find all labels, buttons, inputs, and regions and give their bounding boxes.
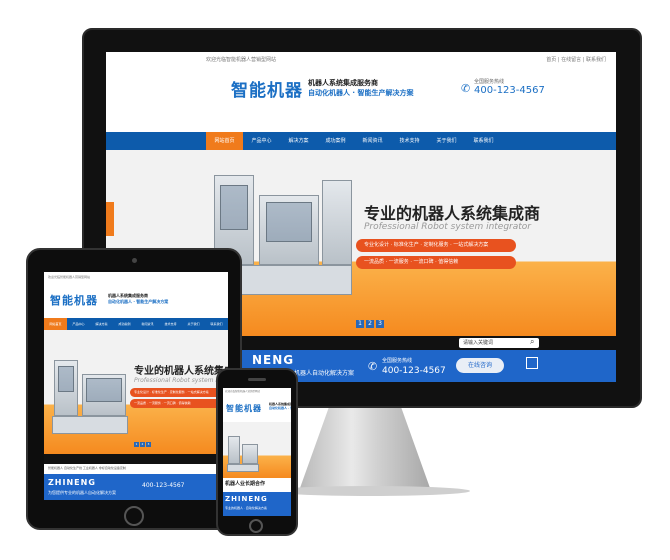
search-input[interactable]: 请输入关键词 — [459, 338, 539, 348]
hero-pill-1: 专业化设计 · 标准化生产 · 定制化服务 · 一站式解决方案 — [356, 239, 516, 252]
site-header: 智能机器 机器人系统集成服务商 自动化机器人 · 智能生产解决方案 — [44, 282, 228, 316]
brand-name: ZHINENG — [225, 495, 268, 503]
hero-headline: 专业的机器人系统集成商 — [134, 366, 228, 377]
site-header: 智能机器 机器人系统集成服务商 自动化机器人 · 智能生产解决方案 全国服务热线… — [106, 68, 616, 124]
contact-bar: ZHINENG 为您提供专业的机器人自动化解决方案 400-123-4567 — [44, 474, 228, 500]
tablet-home-button[interactable] — [124, 506, 144, 526]
top-bar: 欢迎光临智能机器人营销型网站 — [223, 388, 291, 396]
site-header: 智能机器 机器人系统集成服务商 自动化机器人 · 智能生产解决方案 — [223, 396, 291, 420]
slogan-line2: 自动化机器人 · 智能生产解决方案 — [308, 89, 414, 97]
slider-dot[interactable]: 3 — [146, 442, 151, 447]
welcome-text: 欢迎光临智能机器人营销型网站 — [206, 57, 277, 63]
logo[interactable]: 智能机器 — [231, 76, 303, 101]
phone-speaker — [248, 378, 266, 381]
nav-item[interactable]: 关于我们 — [428, 132, 465, 150]
search-icon[interactable]: ⌕ — [530, 337, 534, 347]
nav-item[interactable]: 新闻资讯 — [136, 318, 159, 330]
top-bar: 欢迎光临智能机器人营销型网站 首页 | 在线留言 | 联系我们 — [106, 52, 616, 68]
phone-icon: ✆ — [368, 360, 378, 373]
search-bar — [44, 454, 228, 464]
hotline: 全国服务热线 400-123-4567 — [474, 78, 545, 96]
bottom-headline: 机器人业长期合作 — [225, 481, 266, 487]
tel-label: 全国服务热线 — [382, 358, 413, 364]
slogan-line2: 自动化机器人 · 智能生产解决方案 — [108, 299, 169, 304]
slider-dot[interactable]: 3 — [376, 320, 384, 328]
nav-item[interactable]: 新闻资讯 — [354, 132, 391, 150]
contact-bar: ZHINENG 专业的机器人 · 自动化解决方案 — [223, 492, 291, 516]
main-nav: 网站首页 产品中心 解决方案 成功案例 新闻资讯 技术支持 关于我们 联系我们 — [44, 318, 228, 330]
nav-item[interactable]: 解决方案 — [90, 318, 113, 330]
phone-screen: 欢迎光临智能机器人营销型网站 智能机器 机器人系统集成服务商 自动化机器人 · … — [223, 388, 291, 516]
phone-home-button[interactable] — [249, 519, 263, 533]
tablet-camera — [132, 258, 137, 263]
slider-dot[interactable]: 2 — [140, 442, 145, 447]
phone-device: 欢迎光临智能机器人营销型网站 智能机器 机器人系统集成服务商 自动化机器人 · … — [216, 368, 298, 536]
nav-item[interactable]: 网站首页 — [206, 132, 243, 150]
nav-item[interactable]: 成功案例 — [317, 132, 354, 150]
nav-item[interactable]: 成功案例 — [113, 318, 136, 330]
contact-tel: 全国服务热线 400-123-4567 — [382, 356, 446, 376]
phone-icon: ✆ — [461, 82, 471, 95]
nav-item[interactable]: 产品中心 — [243, 132, 280, 150]
tel-number: 400-123-4567 — [142, 482, 185, 489]
hotline-number: 400-123-4567 — [474, 85, 545, 96]
brand-name: ZHINENG — [48, 478, 96, 487]
top-bar: 欢迎光临智能机器人营销型网站 — [44, 272, 228, 282]
welcome-text: 欢迎光临智能机器人营销型网站 — [48, 275, 91, 279]
nav-item[interactable]: 技术支持 — [159, 318, 182, 330]
slider-dot[interactable]: 2 — [366, 320, 374, 328]
hero-banner: 专业的机器人系统集成商 Professional Robot system in… — [44, 330, 228, 454]
slogan-line1: 机器人系统集成服务商 — [108, 293, 148, 298]
nav-item[interactable]: 关于我们 — [182, 318, 205, 330]
monitor-base — [270, 486, 470, 496]
monitor-stand — [300, 408, 430, 488]
main-nav: 网站首页 产品中心 解决方案 成功案例 新闻资讯 技术支持 关于我们 联系我们 — [106, 132, 616, 150]
slider-dots: 123 — [134, 442, 151, 447]
slogan: 机器人系统集成服务商 自动化机器人 · 智能生产解决方案 — [108, 293, 168, 305]
logo[interactable]: 智能机器 — [226, 403, 262, 414]
brand-name: NENG — [252, 353, 295, 367]
side-tab[interactable] — [106, 202, 114, 236]
tablet-device: 欢迎光临智能机器人营销型网站 智能机器 机器人系统集成服务商 自动化机器人 · … — [26, 248, 242, 530]
brand-subtitle: 专业的机器人 · 自动化解决方案 — [225, 506, 267, 510]
nav-item[interactable]: 联系我们 — [465, 132, 502, 150]
tablet-screen: 欢迎光临智能机器人营销型网站 智能机器 机器人系统集成服务商 自动化机器人 · … — [44, 272, 228, 500]
tel-number: 400-123-4567 — [382, 366, 446, 376]
brand-subtitle: 为您提供专业的机器人自动化解决方案 — [48, 490, 116, 495]
robot-machine-image — [50, 356, 130, 436]
hero-subline: Professional Robot system integrator — [134, 377, 228, 384]
nav-item[interactable]: 网站首页 — [44, 318, 67, 330]
consult-button[interactable]: 在线咨询 — [456, 358, 504, 373]
slogan: 机器人系统集成服务商 自动化机器人 · 智能生产解决方案 — [269, 402, 291, 410]
nav-item[interactable]: 技术支持 — [391, 132, 428, 150]
hero-subline: Professional Robot system integrator — [364, 222, 532, 232]
hero-pill-2: 一流品质 · 一流服务 · 一流口碑 · 值得信赖 — [356, 256, 516, 269]
hero-pill-1: 专业化设计 · 标准化生产 · 定制化服务 · 一站式解决方案 — [130, 388, 224, 397]
slider-dot[interactable]: 1 — [356, 320, 364, 328]
qrcode-icon — [526, 357, 538, 369]
top-links[interactable]: 首页 | 在线留言 | 联系我们 — [546, 52, 606, 68]
slider-dot[interactable]: 1 — [134, 442, 139, 447]
hero-pill-2: 一流品质 · 一流服务 · 一流口碑 · 值得信赖 — [130, 399, 224, 408]
slogan-line2: 自动化机器人 · 智能生产解决方案 — [269, 406, 291, 410]
slider-dots: 123 — [356, 320, 384, 328]
nav-item[interactable]: 联系我们 — [205, 318, 228, 330]
nav-item[interactable]: 解决方案 — [280, 132, 317, 150]
row-text: 智能机器人 自动化生产线 工业机器人 非标自动化设备定制 — [48, 466, 126, 470]
slogan: 机器人系统集成服务商 自动化机器人 · 智能生产解决方案 — [308, 78, 414, 98]
robot-machine-image — [226, 434, 260, 474]
slogan-line1: 机器人系统集成服务商 — [308, 79, 378, 87]
hero-banner — [223, 422, 291, 478]
welcome-text: 欢迎光临智能机器人营销型网站 — [225, 390, 261, 393]
hotline-label: 全国服务热线 — [474, 79, 505, 85]
hero-headline: 专业的机器人系统集成商 — [364, 204, 541, 223]
logo[interactable]: 智能机器 — [50, 292, 98, 308]
nav-item[interactable]: 产品中心 — [67, 318, 90, 330]
